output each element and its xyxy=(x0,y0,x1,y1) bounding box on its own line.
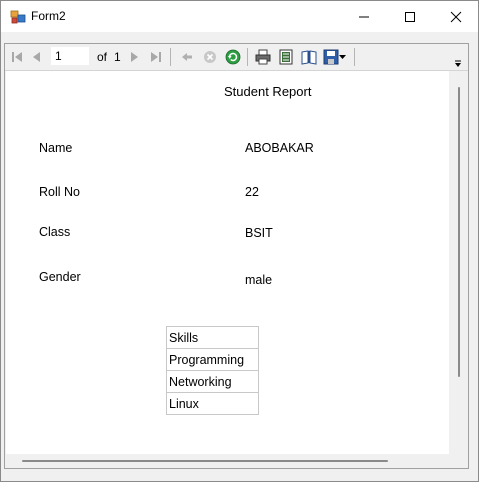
report-title: Student Report xyxy=(224,84,312,99)
roll-no-label: Roll No xyxy=(39,185,80,199)
page-setup-icon[interactable] xyxy=(301,49,317,65)
first-page-icon[interactable] xyxy=(9,49,25,65)
table-row: Skills xyxy=(166,326,259,349)
report-viewer: of 1 xyxy=(4,43,469,469)
close-icon xyxy=(450,11,462,22)
gender-value: male xyxy=(245,273,273,287)
back-to-parent-icon[interactable] xyxy=(179,49,195,65)
report-toolbar: of 1 xyxy=(5,44,468,71)
skill-cell: Networking xyxy=(166,370,259,393)
print-layout-icon[interactable] xyxy=(278,49,294,65)
toolbar-separator xyxy=(170,48,171,66)
table-row: Networking xyxy=(166,370,259,393)
gender-label: Gender xyxy=(39,270,81,284)
window-title: Form2 xyxy=(31,9,66,23)
vertical-scrollbar[interactable] xyxy=(451,71,467,454)
form2-window: Form2 of 1 xyxy=(0,0,479,482)
toolbar-separator xyxy=(354,48,355,66)
minimize-button[interactable] xyxy=(341,1,387,32)
next-page-icon[interactable] xyxy=(126,49,142,65)
skills-table: Skills Programming Networking Linux xyxy=(166,326,259,415)
skills-header-cell: Skills xyxy=(166,326,259,349)
title-bar[interactable]: Form2 xyxy=(1,1,478,32)
horizontal-scroll-thumb[interactable] xyxy=(22,460,388,462)
skill-cell: Programming xyxy=(166,348,259,371)
stop-rendering-icon[interactable] xyxy=(202,49,218,65)
current-page-input[interactable] xyxy=(51,47,89,65)
class-value: BSIT xyxy=(245,226,273,240)
of-label: of xyxy=(97,50,108,64)
table-row: Programming xyxy=(166,348,259,371)
last-page-icon[interactable] xyxy=(148,49,164,65)
previous-page-icon[interactable] xyxy=(29,49,45,65)
winforms-app-icon xyxy=(10,9,26,25)
roll-no-value: 22 xyxy=(245,185,259,199)
close-button[interactable] xyxy=(433,1,478,32)
name-value: ABOBAKAR xyxy=(245,141,314,155)
maximize-button[interactable] xyxy=(387,1,433,32)
toolbar-separator xyxy=(247,48,248,66)
maximize-icon xyxy=(405,11,415,22)
export-icon[interactable] xyxy=(323,49,339,65)
table-row: Linux xyxy=(166,392,259,415)
skill-cell: Linux xyxy=(166,392,259,415)
refresh-icon[interactable] xyxy=(225,49,241,65)
horizontal-scrollbar[interactable] xyxy=(5,454,468,468)
export-dropdown-chevron-icon[interactable] xyxy=(338,49,346,65)
total-pages-label: 1 xyxy=(114,50,121,64)
name-label: Name xyxy=(39,141,73,155)
vertical-scroll-thumb[interactable] xyxy=(458,87,460,377)
class-label: Class xyxy=(39,225,71,239)
print-icon[interactable] xyxy=(255,49,271,65)
toolbar-overflow-chevron-icon[interactable] xyxy=(453,56,463,67)
minimize-icon xyxy=(359,16,369,17)
report-page: Student Report Name ABOBAKAR Roll No 22 … xyxy=(6,71,449,454)
